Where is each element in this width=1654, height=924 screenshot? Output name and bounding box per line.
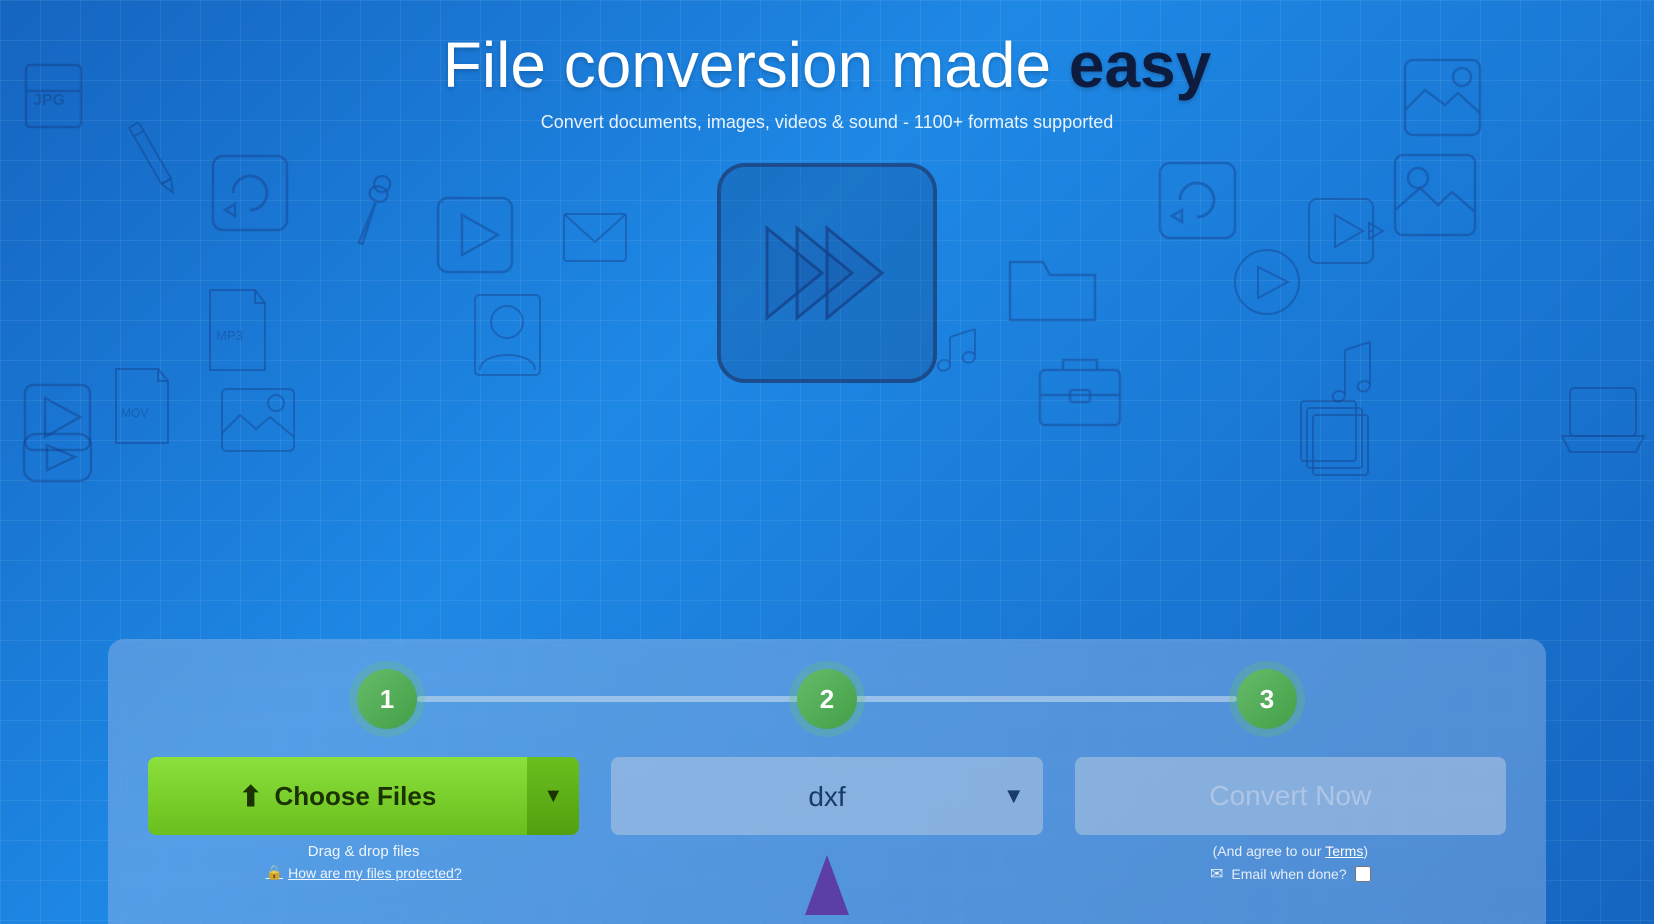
format-group: dxf pdf jpg png mp4 mp3 doc ▼ [611,757,1042,835]
email-icon: ✉ [1210,864,1223,884]
format-arrow-up [805,855,849,915]
choose-files-btn-wrap: ⬆ Choose Files ▼ [148,757,579,835]
format-select-wrap: dxf pdf jpg png mp4 mp3 doc ▼ [611,757,1042,835]
choose-files-group: ⬆ Choose Files ▼ Drag & drop files 🔒 How… [148,757,579,881]
main-panel: 1 2 3 ⬆ Choose Files ▼ Drag & drop fil [108,639,1546,924]
logo-area [707,153,947,393]
step-3-circle: 3 [1237,669,1297,729]
terms-text: (And agree to our Terms) [1213,843,1368,859]
hero-subtitle: Convert documents, images, videos & soun… [541,112,1113,133]
controls-row: ⬆ Choose Files ▼ Drag & drop files 🔒 How… [148,757,1506,884]
dropdown-arrow-icon: ▼ [543,785,563,808]
upload-icon: ⬆ [239,780,262,813]
choose-files-button[interactable]: ⬆ Choose Files [148,757,527,835]
protection-link[interactable]: 🔒 How are my files protected? [266,864,462,881]
step-1-circle: 1 [357,669,417,729]
terms-link[interactable]: Terms [1325,843,1363,859]
lock-icon: 🔒 [266,864,283,881]
svg-text:MOV: MOV [121,406,148,420]
steps-row: 1 2 3 [148,669,1506,729]
email-label: Email when done? [1231,866,1346,882]
drag-drop-text: Drag & drop files [308,843,420,860]
convert-group: Convert Now (And agree to our Terms) ✉ E… [1075,757,1506,884]
email-row: ✉ Email when done? [1210,864,1371,884]
email-checkbox[interactable] [1355,866,1371,882]
choose-files-dropdown-button[interactable]: ▼ [527,757,579,835]
format-select[interactable]: dxf pdf jpg png mp4 mp3 doc [611,781,1042,812]
step-2-circle: 2 [797,669,857,729]
convert-now-button[interactable]: Convert Now [1075,757,1506,835]
page-title: File conversion made easy [443,28,1211,102]
